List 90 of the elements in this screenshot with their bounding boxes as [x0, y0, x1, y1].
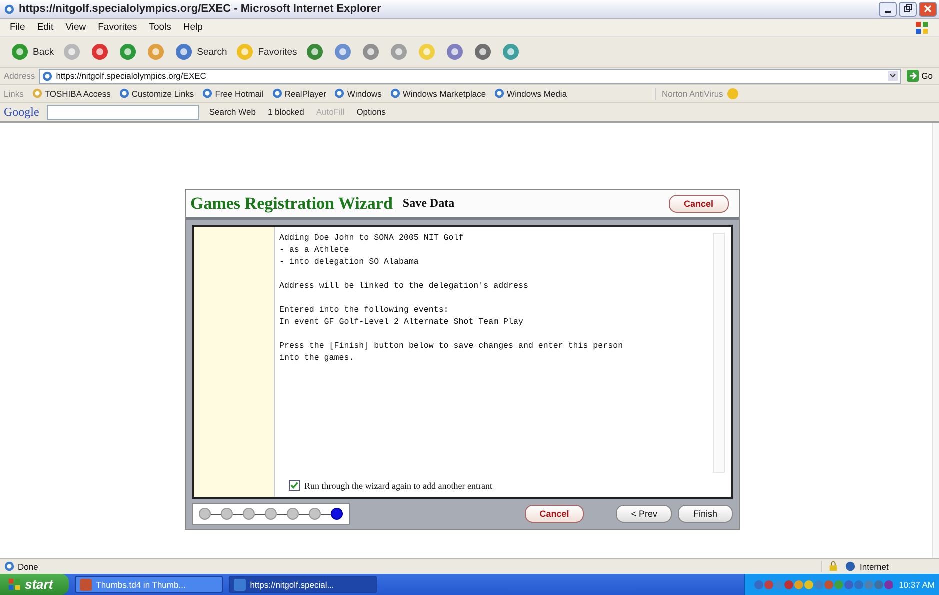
windows-logo-icon [8, 578, 21, 591]
cancel-button[interactable]: Cancel [524, 505, 584, 523]
toolbar-icon [90, 42, 110, 62]
cancel-button[interactable]: Cancel [668, 194, 728, 212]
restore-button[interactable] [899, 2, 917, 16]
taskbar-button[interactable]: Thumbs.td4 in Thumb... [75, 576, 224, 593]
toolbar-icon [417, 42, 438, 62]
link-icon [32, 88, 43, 99]
search-field[interactable] [47, 104, 200, 120]
minimize-button[interactable] [879, 2, 897, 16]
link-icon [118, 88, 130, 99]
globe-icon [845, 561, 856, 572]
link-button[interactable]: Customize Links [118, 88, 194, 99]
google-logo: Google [4, 104, 40, 120]
checkbox[interactable] [288, 480, 300, 491]
popup-blocker-button[interactable]: 1 blocked [266, 107, 306, 117]
link-button[interactable]: TOSHIBA Access [32, 88, 111, 99]
app-icon [234, 578, 246, 590]
dropdown-icon[interactable] [888, 71, 898, 81]
checkbox-label: Run through the wizard again to add another entrant [304, 480, 492, 490]
message-line: - as a Athlete [280, 245, 350, 257]
start-button[interactable]: start [0, 574, 70, 595]
norton-icon [727, 88, 740, 100]
link-button[interactable]: Windows Marketplace [390, 88, 486, 99]
scrollbar[interactable] [712, 233, 724, 473]
message-line: Adding Doe John to SONA 2005 NIT Golf [280, 233, 465, 245]
lock-icon [821, 561, 839, 572]
toolbar-icon [10, 42, 30, 62]
wizard-subtitle: Save Data [402, 196, 455, 211]
toolbar-icon [118, 42, 138, 62]
toolbar-icon [389, 42, 410, 62]
toolbar-icon [501, 42, 522, 62]
menu-item[interactable]: Favorites [98, 22, 138, 33]
message-line: into the games. [280, 353, 356, 365]
message-line: In event GF Golf-Level 2 Alternate Shot Team Play [280, 317, 524, 329]
message-line: Address will be linked to the delegation's address [280, 281, 530, 293]
link-icon [390, 88, 401, 99]
toolbar-icon [305, 42, 326, 62]
page-icon [42, 70, 54, 82]
toolbar-button[interactable]: Search [172, 42, 230, 62]
address-field[interactable]: https://nitgolf.specialolympics.org/EXEC [39, 68, 901, 84]
options-button[interactable]: Options [354, 107, 388, 117]
toolbar-icon [235, 42, 256, 62]
links-label: Links [4, 88, 24, 98]
link-button[interactable]: Windows [334, 88, 382, 99]
restore-icon [903, 4, 913, 14]
taskbar-button[interactable]: https://nitgolf.special... [229, 576, 378, 593]
message-line: Press the [Finish] button below to save changes and enter this person [280, 341, 624, 353]
security-zone: Internet [839, 561, 935, 572]
toolbar-icon [174, 42, 194, 62]
close-button[interactable] [919, 2, 937, 16]
link-icon [494, 88, 506, 99]
menu-item[interactable]: File [10, 22, 26, 33]
address-label: Address [4, 71, 36, 81]
finish-button[interactable]: Finish [678, 505, 732, 523]
status-text: Done [4, 561, 38, 572]
toolbar-icon [146, 42, 166, 62]
link-icon [334, 88, 346, 99]
message-line: - into delegation SO Alabama [280, 257, 420, 269]
menu-item[interactable]: Tools [149, 22, 172, 33]
toolbar-icon [445, 42, 466, 62]
search-web-button[interactable]: Search Web [207, 107, 258, 117]
link-button[interactable]: RealPlayer [272, 88, 326, 99]
menu-item[interactable]: Help [183, 22, 203, 33]
toolbar-icon [62, 42, 82, 62]
toolbar-icon [333, 42, 354, 62]
clock: 10:37 AM [899, 580, 935, 590]
link-button[interactable]: Windows Media [494, 88, 568, 99]
go-button[interactable]: Go [904, 70, 935, 82]
window-title: https://nitgolf.specialolympics.org/EXEC - Microsoft Internet Explorer [19, 3, 382, 15]
toolbar-button[interactable]: Favorites [233, 42, 300, 62]
toolbar-button[interactable]: Back [8, 42, 56, 62]
minimize-icon [885, 11, 891, 13]
page-scrollbar[interactable] [932, 123, 939, 558]
toolbar-icon [473, 42, 494, 62]
wizard-title: Games Registration Wizard [190, 194, 393, 214]
arrow-icon [906, 70, 919, 82]
link-button[interactable]: Free Hotmail [202, 88, 264, 99]
menu-item[interactable]: View [66, 22, 86, 33]
menu-item[interactable]: Edit [37, 22, 54, 33]
browser-icon [4, 4, 15, 14]
prev-button[interactable]: < Prev [616, 505, 672, 523]
toolbar-icon [361, 42, 382, 62]
page-icon [4, 561, 15, 572]
close-icon [923, 4, 933, 14]
message-line: Entered into the following events: [280, 305, 450, 317]
link-icon [272, 88, 283, 99]
windows-logo-icon [915, 20, 929, 34]
app-icon [80, 578, 92, 590]
link-icon [202, 88, 214, 99]
